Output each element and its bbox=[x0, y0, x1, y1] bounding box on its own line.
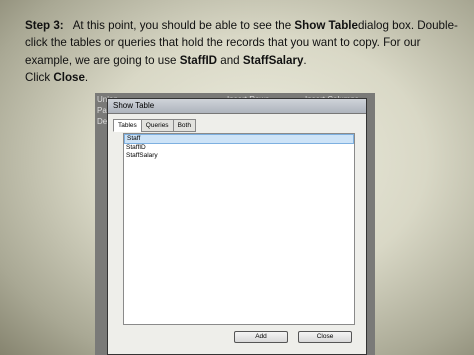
list-item-staff[interactable]: Staff bbox=[124, 134, 354, 144]
instruction-part4: . bbox=[303, 53, 307, 67]
bold-show-table: Show Table bbox=[294, 19, 358, 32]
access-screenshot: Union Pa De Insert Rows Insert Columns S… bbox=[95, 93, 375, 355]
tab-queries[interactable]: Queries bbox=[140, 119, 174, 132]
instruction-part1: At this point, you should be able to see… bbox=[72, 19, 295, 32]
tab-tables[interactable]: Tables bbox=[113, 119, 142, 132]
list-item-staffid[interactable]: StaffID bbox=[124, 144, 354, 152]
close-button[interactable]: Close bbox=[298, 331, 352, 343]
step-label: Step 3: bbox=[25, 19, 64, 32]
bold-staffid: StaffID bbox=[179, 53, 218, 67]
dialog-title: Show Table bbox=[113, 101, 155, 110]
bg-fragment-de: De bbox=[97, 117, 108, 126]
dialog-tabs: Tables Queries Both bbox=[113, 119, 196, 132]
bg-fragment-pa: Pa bbox=[97, 106, 107, 115]
dialog-titlebar[interactable]: Show Table bbox=[108, 99, 366, 114]
instruction-part6: . bbox=[84, 71, 89, 85]
instruction-text: Step 3: At this point, you should be abl… bbox=[25, 17, 465, 87]
bold-close: Close bbox=[53, 71, 85, 85]
bold-staffsalary: StaffSalary bbox=[242, 53, 304, 67]
add-button[interactable]: Add bbox=[234, 331, 288, 343]
show-table-dialog: Show Table Tables Queries Both Staff Sta… bbox=[107, 98, 367, 355]
table-listbox[interactable]: Staff StaffID StaffSalary bbox=[123, 133, 355, 325]
instruction-part3: and bbox=[217, 53, 243, 67]
tab-both[interactable]: Both bbox=[172, 119, 196, 132]
instruction-part5: Click bbox=[25, 71, 54, 85]
list-item-staffsalary[interactable]: StaffSalary bbox=[124, 152, 354, 160]
